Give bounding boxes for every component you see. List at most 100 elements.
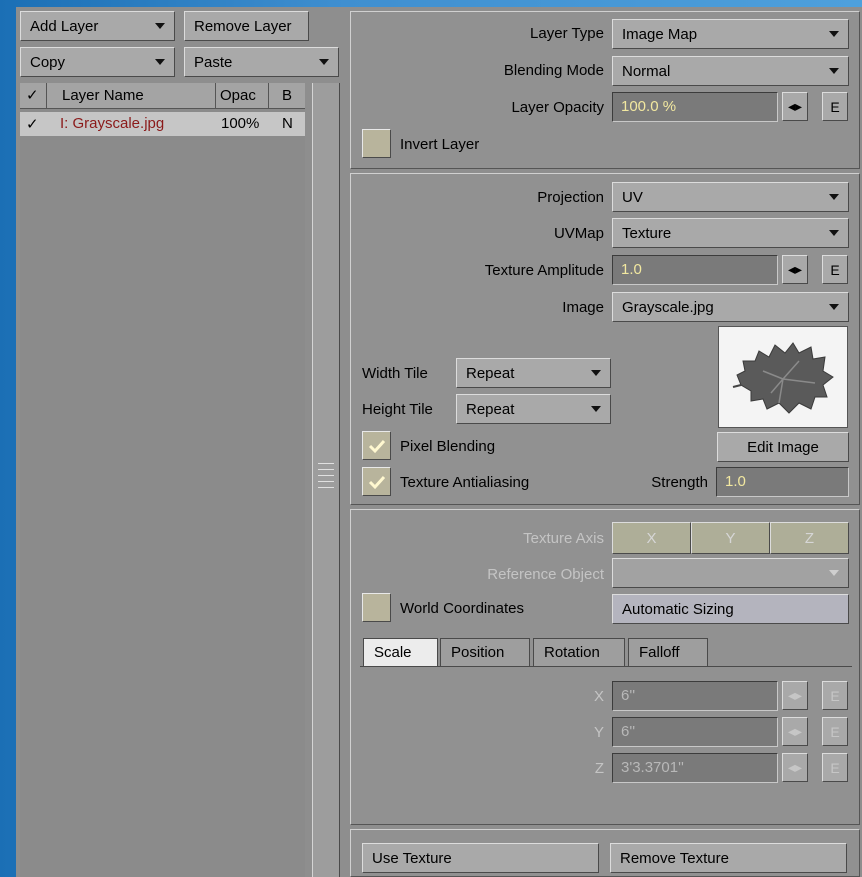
grip-icon[interactable] <box>318 463 334 488</box>
strength-input[interactable]: 1.0 <box>716 467 849 497</box>
scale-z-input[interactable]: 3'3.3701'' <box>612 753 778 783</box>
slider-arrows-icon[interactable]: ◂▸ <box>782 92 808 121</box>
image-value: Grayscale.jpg <box>622 298 714 316</box>
tab-position[interactable]: Position <box>440 638 530 666</box>
uvmap-dropdown[interactable]: Texture <box>612 218 849 248</box>
slider-arrows-icon[interactable]: ◂▸ <box>782 681 808 710</box>
chevron-down-icon <box>591 370 601 376</box>
layer-row[interactable]: ✓ I: Grayscale.jpg 100% N <box>20 112 305 136</box>
use-texture-button[interactable]: Use Texture <box>362 843 599 873</box>
leaf-image-icon <box>732 342 834 414</box>
image-dropdown[interactable]: Grayscale.jpg <box>612 292 849 322</box>
layer-opacity-label: Layer Opacity <box>511 99 604 116</box>
pixel-blending-label: Pixel Blending <box>400 438 496 455</box>
layer-row-blend: N <box>282 115 293 132</box>
texture-antialiasing-checkbox[interactable] <box>362 467 391 496</box>
layer-type-dropdown[interactable]: Image Map <box>612 19 849 49</box>
tab-scale[interactable]: Scale <box>363 638 438 666</box>
layer-list-scrollbar[interactable] <box>312 83 340 877</box>
image-thumbnail[interactable] <box>718 326 848 428</box>
tab-rotation-label: Rotation <box>544 644 600 661</box>
header-check: ✓ <box>26 87 39 104</box>
header-blend[interactable]: B <box>282 87 292 104</box>
width-tile-dropdown[interactable]: Repeat <box>456 358 611 388</box>
pixel-blending-checkbox[interactable] <box>362 431 391 460</box>
tab-scale-label: Scale <box>374 644 412 661</box>
invert-layer-label: Invert Layer <box>400 136 480 153</box>
scale-x-label: X <box>593 688 604 705</box>
projection-value: UV <box>622 188 643 206</box>
chevron-down-icon <box>829 230 839 236</box>
layer-list[interactable] <box>20 83 305 877</box>
edit-image-button[interactable]: Edit Image <box>717 432 849 462</box>
invert-layer-checkbox[interactable] <box>362 129 391 158</box>
add-layer-dropdown[interactable]: Add Layer <box>20 11 175 41</box>
chevron-down-icon <box>591 406 601 412</box>
layer-row-check[interactable]: ✓ <box>26 115 39 133</box>
scale-x-input[interactable]: 6'' <box>612 681 778 711</box>
texture-amplitude-input[interactable]: 1.0 <box>612 255 778 285</box>
paste-label: Paste <box>194 53 233 71</box>
envelope-button[interactable]: E <box>822 717 848 746</box>
scale-y-label: Y <box>593 724 604 741</box>
column-divider <box>215 83 216 109</box>
strength-label: Strength <box>651 474 708 491</box>
layer-opacity-input[interactable]: 100.0 % <box>612 92 778 122</box>
tab-falloff[interactable]: Falloff <box>628 638 708 666</box>
axis-x-button[interactable]: X <box>612 522 691 554</box>
envelope-button[interactable]: E <box>822 92 848 121</box>
uvmap-value: Texture <box>622 224 672 242</box>
chevron-down-icon <box>829 68 839 74</box>
reference-object-dropdown[interactable] <box>612 558 849 588</box>
copy-dropdown[interactable]: Copy <box>20 47 175 77</box>
remove-texture-label: Remove Texture <box>620 849 729 867</box>
axis-y-button[interactable]: Y <box>691 522 770 554</box>
envelope-button[interactable]: E <box>822 681 848 710</box>
layer-type-value: Image Map <box>622 25 698 43</box>
image-label: Image <box>562 299 604 316</box>
checkmark-icon <box>368 475 385 489</box>
slider-arrows-icon[interactable]: ◂▸ <box>782 717 808 746</box>
remove-texture-button[interactable]: Remove Texture <box>610 843 847 873</box>
tab-rotation[interactable]: Rotation <box>533 638 625 666</box>
world-coordinates-checkbox[interactable] <box>362 593 391 622</box>
envelope-button[interactable]: E <box>822 753 848 782</box>
tab-position-label: Position <box>451 644 505 661</box>
texture-axis-group: X Y Z <box>612 522 849 554</box>
paste-dropdown[interactable]: Paste <box>184 47 339 77</box>
uvmap-label: UVMap <box>553 225 604 242</box>
use-texture-label: Use Texture <box>372 849 452 867</box>
texture-antialiasing-label: Texture Antialiasing <box>400 474 530 491</box>
copy-label: Copy <box>30 53 66 71</box>
blending-mode-value: Normal <box>622 62 671 80</box>
height-tile-value: Repeat <box>466 400 515 418</box>
texture-amplitude-label: Texture Amplitude <box>484 262 604 279</box>
blending-mode-label: Blending Mode <box>503 62 604 79</box>
slider-arrows-icon[interactable]: ◂▸ <box>782 255 808 284</box>
header-layer-name[interactable]: Layer Name <box>62 87 144 104</box>
chevron-down-icon <box>155 23 165 29</box>
axis-z-button[interactable]: Z <box>770 522 849 554</box>
chevron-down-icon <box>829 31 839 37</box>
remove-layer-button[interactable]: Remove Layer <box>184 11 309 41</box>
add-layer-label: Add Layer <box>30 17 99 35</box>
column-divider <box>268 83 269 109</box>
reference-object-label: Reference Object <box>487 566 604 583</box>
column-divider <box>46 83 47 109</box>
scale-y-input[interactable]: 6'' <box>612 717 778 747</box>
envelope-button[interactable]: E <box>822 255 848 284</box>
edit-image-label: Edit Image <box>747 438 819 456</box>
remove-layer-label: Remove Layer <box>194 17 292 35</box>
automatic-sizing-button[interactable]: Automatic Sizing <box>612 594 849 624</box>
projection-dropdown[interactable]: UV <box>612 182 849 212</box>
width-tile-label: Width Tile <box>362 365 428 382</box>
height-tile-dropdown[interactable]: Repeat <box>456 394 611 424</box>
blending-mode-dropdown[interactable]: Normal <box>612 56 849 86</box>
texture-axis-label: Texture Axis <box>523 530 604 547</box>
chevron-down-icon <box>829 570 839 576</box>
layer-row-name: I: Grayscale.jpg <box>60 115 165 132</box>
header-opac[interactable]: Opac <box>220 87 256 104</box>
automatic-sizing-label: Automatic Sizing <box>622 600 734 618</box>
slider-arrows-icon[interactable]: ◂▸ <box>782 753 808 782</box>
chevron-down-icon <box>319 59 329 65</box>
